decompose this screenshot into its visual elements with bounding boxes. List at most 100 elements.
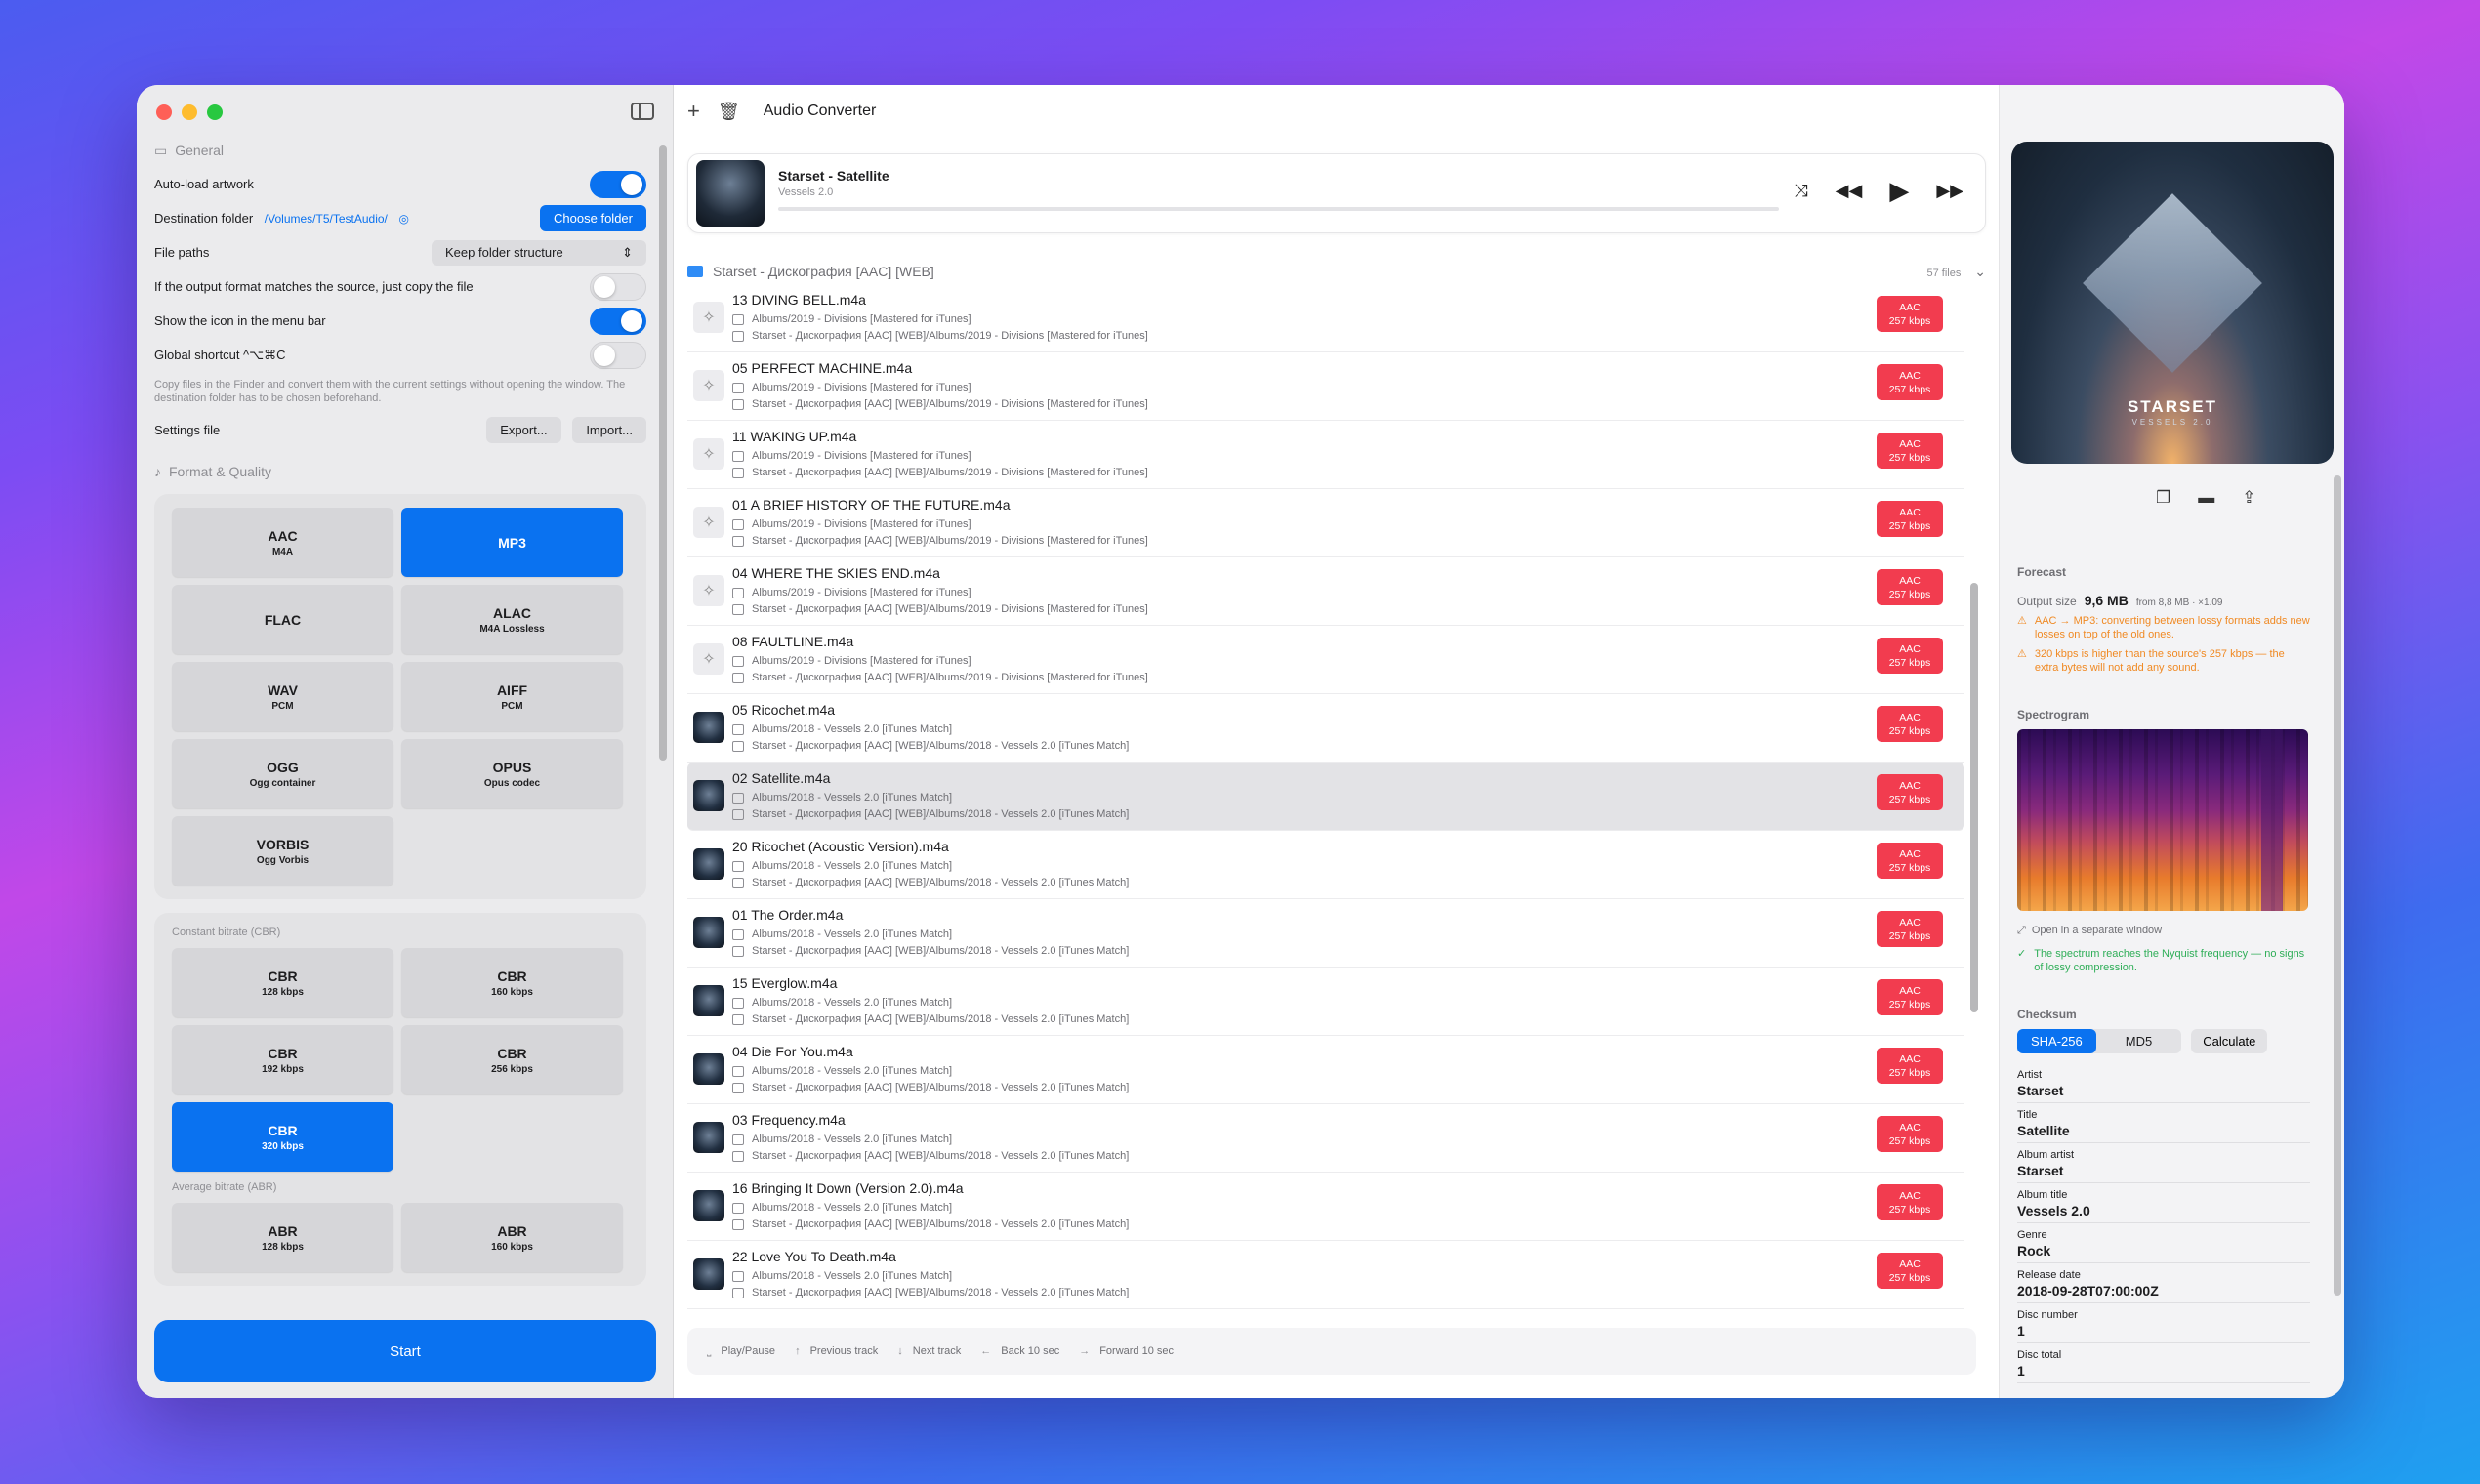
destination-path-link[interactable]: /Volumes/T5/TestAudio/ [265, 212, 388, 226]
folder-path-icon [732, 860, 744, 872]
format-mp3[interactable]: MP3 [401, 508, 623, 577]
metadata-field[interactable]: Disc total 1 [2017, 1343, 2310, 1383]
key-icon: ← [980, 1345, 992, 1357]
sha256-option[interactable]: SHA-256 [2017, 1029, 2096, 1053]
metadata-field[interactable]: Album title Vessels 2.0 [2017, 1183, 2310, 1223]
fast-forward-icon[interactable]: ▶▶ [1936, 181, 1963, 201]
global-shortcut-toggle[interactable] [590, 341, 646, 369]
track-row[interactable]: ✧ 04 WHERE THE SKIES END.m4a Albums/2019 -… [687, 557, 1964, 626]
progress-bar[interactable] [778, 207, 1779, 211]
copy-if-match-toggle[interactable] [590, 272, 646, 301]
metadata-field[interactable]: Disc number 1 [2017, 1303, 2310, 1343]
trash-icon[interactable]: 🗑 [718, 102, 740, 122]
import-button[interactable]: Import... [572, 417, 646, 443]
format-vorbis[interactable]: VORBIS Ogg Vorbis [172, 816, 393, 886]
inspector-scrollbar[interactable] [2334, 475, 2341, 1296]
track-row[interactable]: ✧ 13 DIVING BELL.m4a Albums/2019 - Divisio… [687, 284, 1964, 352]
choose-folder-button[interactable]: Choose folder [540, 205, 646, 231]
abr-128[interactable]: ABR 128 kbps [172, 1203, 393, 1272]
open-window-link[interactable]: ⤢ Open in a separate window [2017, 925, 2310, 937]
track-full-path: Starset - Дискография [AAC] [WEB]/Albums… [732, 877, 1129, 888]
minimize-button[interactable] [182, 104, 197, 120]
format-flac[interactable]: FLAC [172, 585, 393, 654]
track-row[interactable]: ✧ 08 FAULTLINE.m4a Albums/2019 - Divisions… [687, 626, 1964, 694]
zoom-button[interactable] [207, 104, 223, 120]
cbr-128[interactable]: CBR 128 kbps [172, 948, 393, 1017]
folder-icon[interactable]: ▬ [2198, 488, 2214, 508]
chevron-down-icon[interactable]: ⌄ [1974, 264, 1986, 279]
cbr-160[interactable]: CBR 160 kbps [401, 948, 623, 1017]
format-badge: AAC 257 kbps [1877, 569, 1943, 605]
track-list-scrollbar[interactable] [1970, 583, 1978, 1012]
track-row[interactable]: 05 Ricochet.m4a Albums/2018 - Vessels 2.0… [687, 694, 1964, 763]
track-row[interactable]: ✧ 05 PERFECT MACHINE.m4a Albums/2019 - Div… [687, 352, 1964, 421]
track-row[interactable]: 15 Everglow.m4a Albums/2018 - Vessels 2.0… [687, 968, 1964, 1036]
track-row[interactable]: 01 The Order.m4a Albums/2018 - Vessels 2.… [687, 899, 1964, 968]
show-icon-toggle[interactable] [590, 307, 646, 335]
format-aac[interactable]: AAC M4A [172, 508, 393, 577]
copy-icon[interactable]: ❐ [2156, 488, 2170, 508]
track-row[interactable]: 03 Frequency.m4a Albums/2018 - Vessels 2.… [687, 1104, 1964, 1173]
folder-path-icon [732, 603, 744, 615]
format-aiff[interactable]: AIFF PCM [401, 662, 623, 731]
track-row[interactable]: ✧ 01 A BRIEF HISTORY OF THE FUTURE.m4a Alb… [687, 489, 1964, 557]
track-row[interactable]: ✧ 11 WAKING UP.m4a Albums/2019 - Divisions… [687, 421, 1964, 489]
md5-option[interactable]: MD5 [2096, 1029, 2181, 1053]
track-artwork [693, 985, 724, 1016]
close-button[interactable] [156, 104, 172, 120]
cbr-192[interactable]: CBR 192 kbps [172, 1025, 393, 1094]
folder-path-icon [732, 1287, 744, 1298]
settings-scroll[interactable]: ▭ General Auto-load artwork Destination … [137, 134, 664, 1354]
sidebar-toggle-icon[interactable] [631, 103, 654, 120]
track-list[interactable]: ✧ 13 DIVING BELL.m4a Albums/2019 - Divisio… [687, 284, 1964, 1311]
format-ogg[interactable]: OGG Ogg container [172, 739, 393, 808]
shortcut-hint: ⎵ Play/Pause [707, 1344, 776, 1357]
key-icon: → [1079, 1345, 1091, 1357]
metadata-field[interactable]: Artist Starset [2017, 1063, 2310, 1103]
track-row[interactable]: 20 Ricochet (Acoustic Version).m4a Albums… [687, 831, 1964, 899]
format-grid: AAC M4A MP3 FLAC ALAC M4A Lossless WAV PCM … [172, 508, 629, 886]
track-artwork [693, 712, 724, 743]
start-button[interactable]: Start [154, 1320, 656, 1382]
format-alac[interactable]: ALAC M4A Lossless [401, 585, 623, 654]
track-row[interactable]: 04 Die For You.m4a Albums/2018 - Vessels … [687, 1036, 1964, 1104]
auto-load-artwork-toggle[interactable] [590, 170, 646, 198]
abr-160[interactable]: ABR 160 kbps [401, 1203, 623, 1272]
folder-name: Starset - Дискография [AAC] [WEB] [713, 264, 934, 279]
track-row[interactable]: 02 Satellite.m4a Albums/2018 - Vessels 2.… [687, 763, 1964, 831]
spectrogram[interactable] [2017, 729, 2308, 911]
format-wav[interactable]: WAV PCM [172, 662, 393, 731]
share-icon[interactable]: ⇪ [2242, 488, 2255, 508]
folder-path-icon [732, 792, 744, 804]
reveal-icon[interactable]: ◎ [399, 212, 409, 226]
export-button[interactable]: Export... [486, 417, 561, 443]
folder-path-icon [732, 928, 744, 940]
folder-header[interactable]: Starset - Дискография [AAC] [WEB] 57 fil… [687, 261, 1986, 282]
rewind-icon[interactable]: ◀◀ [1836, 181, 1863, 201]
format-badge: AAC 257 kbps [1877, 1184, 1943, 1220]
play-icon[interactable]: ▶ [1889, 176, 1909, 206]
track-relative-path: Albums/2018 - Vessels 2.0 [iTunes Match] [732, 1202, 952, 1214]
metadata-field[interactable]: Album artist Starset [2017, 1143, 2310, 1183]
track-relative-path: Albums/2019 - Divisions [Mastered for iT… [732, 382, 971, 393]
file-paths-select[interactable]: Keep folder structure ⇕ [432, 239, 646, 266]
folder-path-icon [732, 313, 744, 325]
cbr-320[interactable]: CBR 320 kbps [172, 1102, 393, 1172]
metadata-value: Starset [2017, 1163, 2064, 1178]
folder-path-icon [732, 740, 744, 752]
add-icon[interactable]: + [687, 99, 700, 124]
shuffle-icon[interactable]: ⤨ [1794, 181, 1807, 201]
track-artwork [693, 917, 724, 948]
calculate-button[interactable]: Calculate [2191, 1029, 2268, 1053]
track-artwork [693, 780, 724, 811]
track-row[interactable]: 16 Bringing It Down (Version 2.0).m4a Alb… [687, 1173, 1964, 1241]
metadata-field[interactable]: Genre Rock [2017, 1223, 2310, 1263]
track-full-path: Starset - Дискография [AAC] [WEB]/Albums… [732, 1150, 1129, 1162]
folder-path-icon [732, 1134, 744, 1145]
metadata-field[interactable]: Release date 2018-09-28T07:00:00Z [2017, 1263, 2310, 1303]
metadata-field[interactable]: Title Satellite [2017, 1103, 2310, 1143]
track-row[interactable]: 22 Love You To Death.m4a Albums/2018 - Ve… [687, 1241, 1964, 1309]
cbr-256[interactable]: CBR 256 kbps [401, 1025, 623, 1094]
settings-scrollbar[interactable] [659, 145, 667, 761]
format-opus[interactable]: OPUS Opus codec [401, 739, 623, 808]
